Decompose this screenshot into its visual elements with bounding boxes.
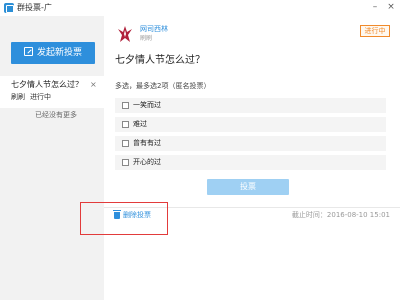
vote-hint: 多选，最多选2项（匿名投票） <box>115 82 211 90</box>
list-item-status: 进行中 <box>30 93 51 101</box>
option-label: 曾有有过 <box>133 139 161 147</box>
publisher-sub: 刷刷 <box>140 35 153 42</box>
option-label: 难过 <box>133 120 147 128</box>
option-checkbox[interactable] <box>122 102 129 109</box>
create-vote-label: 发起新投票 <box>36 48 82 58</box>
highlight-box <box>80 202 168 235</box>
deadline-text: 截止时间：2016-08-10 15:01 <box>291 211 390 219</box>
title-bar: 群投票-广 – × <box>0 0 400 16</box>
publisher-name[interactable]: 网司西林 <box>140 25 168 34</box>
status-badge: 进行中 <box>360 25 390 37</box>
vote-option[interactable]: 难过 <box>115 117 386 132</box>
option-checkbox[interactable] <box>122 121 129 128</box>
list-item[interactable]: 七夕情人节怎么过？ × 刷刷 进行中 <box>0 76 104 108</box>
publisher-avatar <box>115 24 135 44</box>
no-more-text: 已经没有更多 <box>35 111 77 119</box>
edit-icon <box>23 47 33 56</box>
minimize-button[interactable]: – <box>370 1 380 14</box>
vote-option[interactable]: 一笑而过 <box>115 98 386 113</box>
list-item-author: 刷刷 <box>11 93 25 101</box>
submit-vote-button[interactable]: 投票 <box>207 179 289 195</box>
vote-detail-panel: 网司西林 刷刷 进行中 七夕情人节怎么过？ 多选，最多选2项（匿名投票） 一笑而… <box>104 16 400 300</box>
option-checkbox[interactable] <box>122 159 129 166</box>
list-item-meta: 刷刷 进行中 <box>11 92 51 102</box>
create-vote-button[interactable]: 发起新投票 <box>11 42 95 64</box>
vote-option[interactable]: 曾有有过 <box>115 136 386 151</box>
list-item-close-icon[interactable]: × <box>90 79 97 90</box>
option-label: 一笑而过 <box>133 101 161 109</box>
close-button[interactable]: × <box>386 1 396 14</box>
sidebar: 发起新投票 七夕情人节怎么过？ × 刷刷 进行中 已经没有更多 <box>0 16 104 300</box>
list-item-title: 七夕情人节怎么过？ <box>11 80 83 89</box>
vote-question: 七夕情人节怎么过？ <box>115 55 205 66</box>
option-label: 开心的过 <box>133 158 161 166</box>
window-controls: – × <box>370 1 396 14</box>
window-title: 群投票-广 <box>17 3 52 12</box>
app-icon <box>4 3 14 13</box>
option-checkbox[interactable] <box>122 140 129 147</box>
vote-option[interactable]: 开心的过 <box>115 155 386 170</box>
